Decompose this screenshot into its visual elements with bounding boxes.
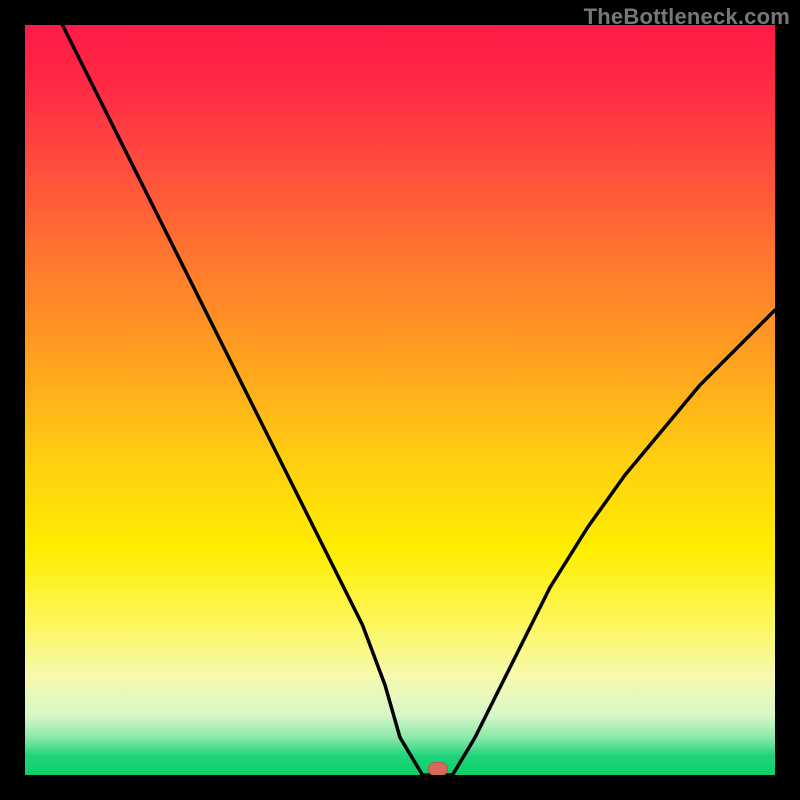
curve-path <box>63 25 776 775</box>
bottleneck-curve <box>25 25 775 775</box>
chart-frame: TheBottleneck.com <box>0 0 800 800</box>
plot-area <box>25 25 775 775</box>
attribution-label: TheBottleneck.com <box>584 4 790 30</box>
optimum-marker <box>428 762 448 775</box>
